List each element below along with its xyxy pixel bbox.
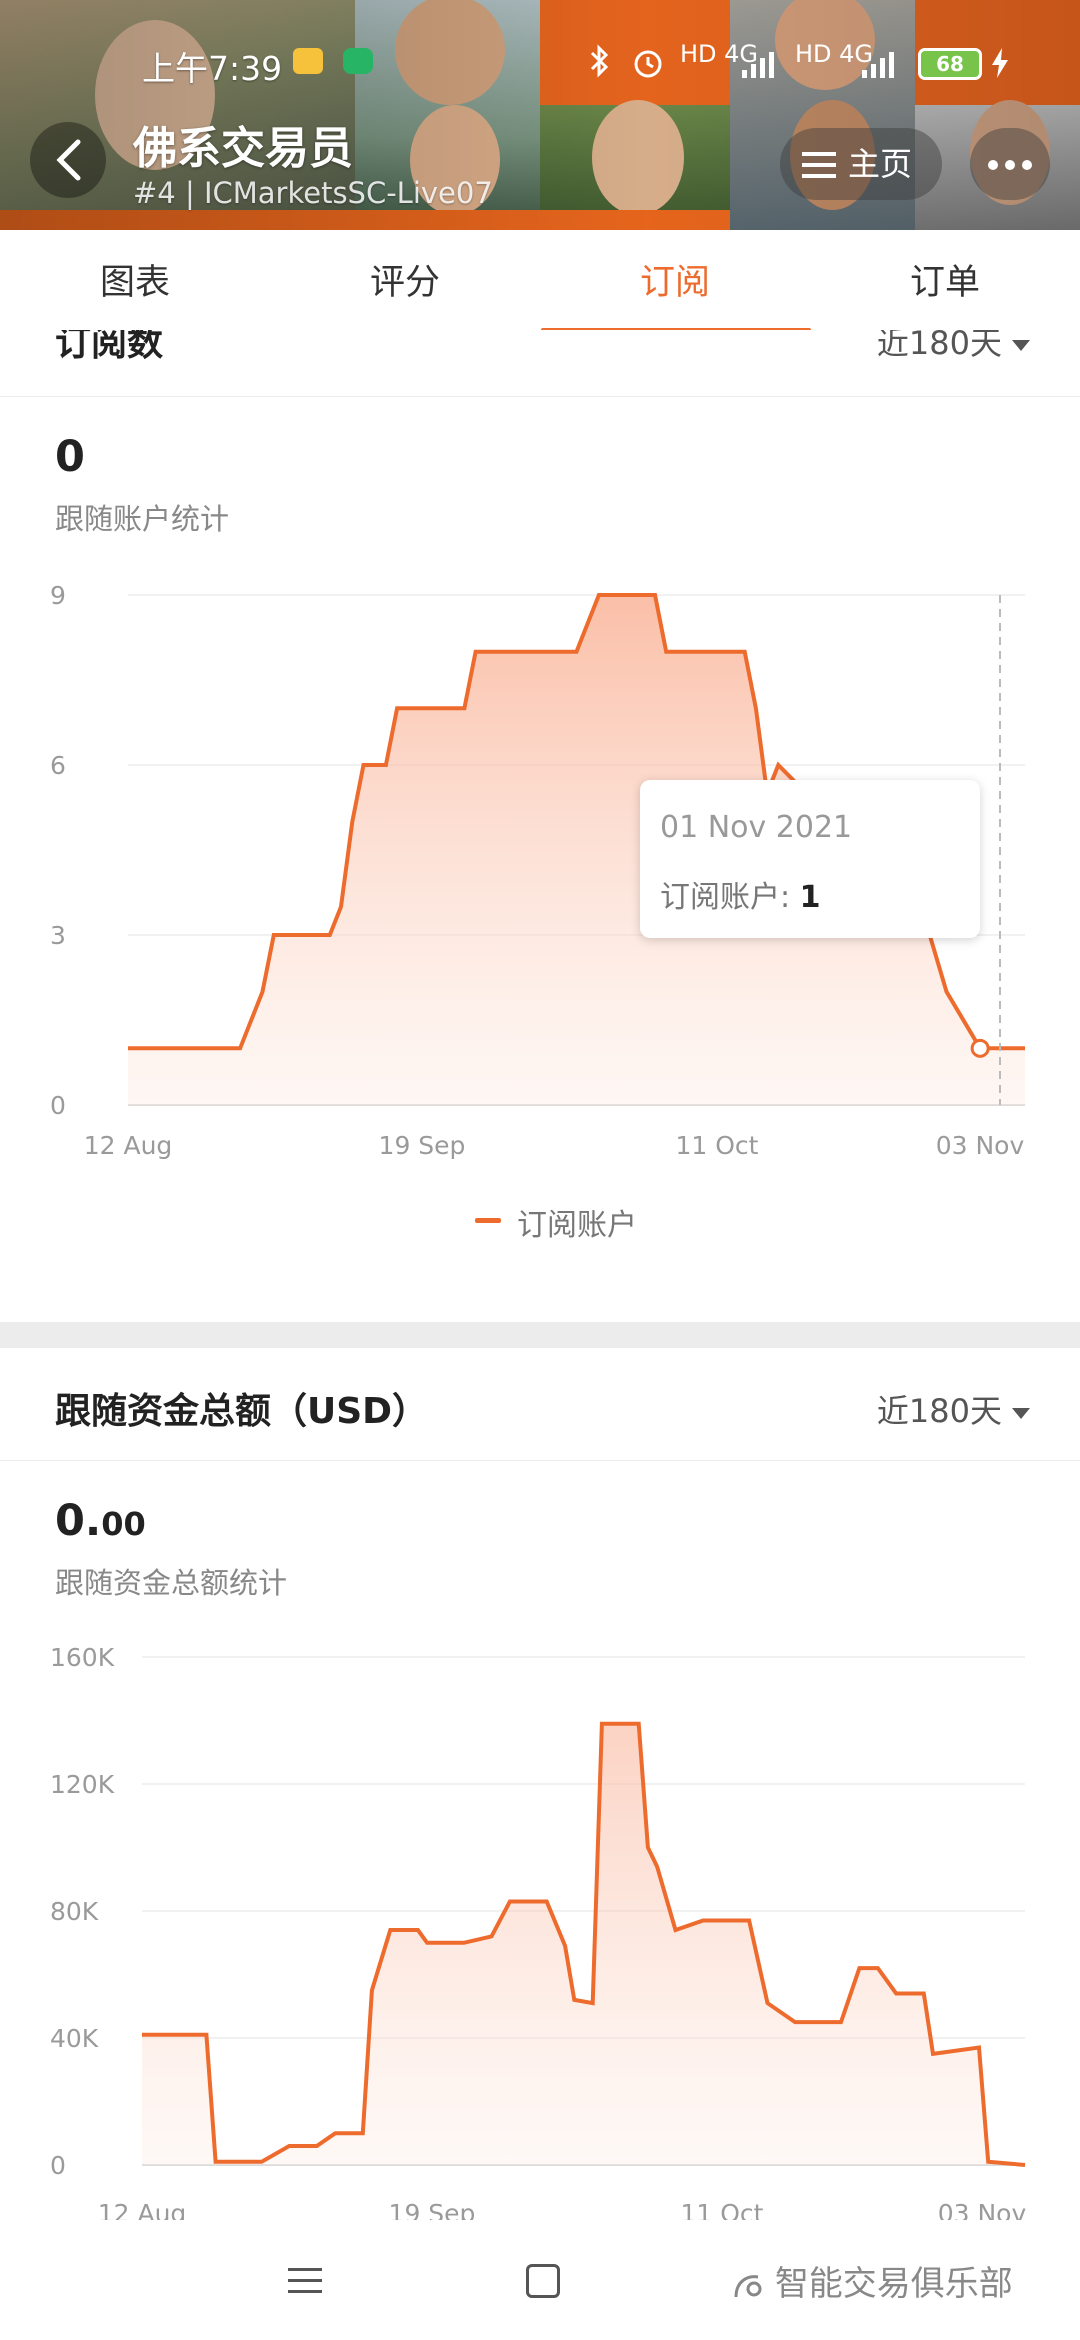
- watermark-logo-icon: [734, 2274, 762, 2297]
- menu-line: [288, 2290, 322, 2293]
- x-tick-label: 11 Oct: [681, 2199, 764, 2220]
- x-tick-label: 03 Nov: [938, 2199, 1027, 2220]
- menu-line: [288, 2279, 322, 2282]
- x-tick-label: 12 Aug: [84, 1131, 173, 1160]
- tooltip-date: 01 Nov 2021: [660, 810, 853, 845]
- legend-label: 订阅账户: [517, 1208, 637, 1243]
- range-dropdown[interactable]: 近180天: [877, 1386, 1030, 1432]
- mail-notification-icon: [293, 48, 323, 74]
- signal-icon: [742, 52, 774, 78]
- tooltip-label: 订阅账户:: [660, 880, 800, 915]
- home-button-label: 主页: [848, 145, 913, 183]
- x-tick-label: 19 Sep: [389, 2199, 476, 2220]
- more-dot: [1022, 160, 1032, 170]
- section-title: 订阅数: [55, 330, 164, 364]
- watermark-text: 智能交易俱乐部: [774, 2264, 1013, 2304]
- chart-tooltip: 01 Nov 2021 订阅账户: 1: [640, 780, 980, 938]
- chart-area-fill: [142, 1723, 1025, 2165]
- home-nav-button[interactable]: [526, 2264, 560, 2298]
- chevron-left-icon: [56, 139, 81, 181]
- y-tick-label: 0: [50, 1091, 66, 1120]
- subscription-count-subtitle: 跟随账户统计: [55, 502, 230, 536]
- x-tick-label: 11 Oct: [676, 1131, 759, 1160]
- x-tick-label: 19 Sep: [379, 1131, 466, 1160]
- more-options-button[interactable]: [970, 128, 1050, 200]
- y-tick-label: 120K: [50, 1770, 115, 1799]
- section-title: 跟随资金总额（USD）: [55, 1391, 429, 1432]
- system-nav-bar: 智能交易俱乐部: [0, 2220, 1080, 2340]
- charging-icon: [992, 48, 1008, 78]
- tab-orders[interactable]: 订单: [810, 230, 1080, 336]
- y-tick-label: 160K: [50, 1643, 115, 1672]
- tab-subscription[interactable]: 订阅: [540, 230, 810, 336]
- menu-line: [288, 2268, 322, 2271]
- recent-apps-button[interactable]: [288, 2266, 322, 2294]
- range-dropdown-label: 近180天: [876, 1392, 1002, 1430]
- bluetooth-icon: [590, 44, 609, 78]
- dropdown-arrow-icon: [1012, 339, 1030, 351]
- trader-name: 佛系交易员: [133, 123, 353, 174]
- home-button[interactable]: 主页: [780, 128, 942, 200]
- alarm-icon: [634, 50, 662, 78]
- range-dropdown[interactable]: 近180天: [877, 330, 1030, 364]
- y-tick-label: 80K: [50, 1897, 99, 1926]
- y-tick-label: 9: [50, 581, 66, 610]
- tooltip-value: 1: [799, 880, 821, 915]
- follow-funds-chart[interactable]: 0 40K 80K 120K 160K 12 Aug 19 Sep 11 Oct 03 Nov: [0, 1630, 1080, 2220]
- watermark: 智能交易俱乐部: [730, 2256, 1013, 2305]
- y-tick-label: 3: [50, 921, 66, 950]
- more-dot: [988, 160, 998, 170]
- x-tick-label: 12 Aug: [98, 2199, 187, 2220]
- follow-funds-subtitle: 跟随资金总额统计: [55, 1566, 288, 1600]
- y-tick-label: 6: [50, 751, 66, 780]
- follow-funds-value: 0.00: [55, 1496, 146, 1546]
- tab-rating[interactable]: 评分: [270, 230, 540, 336]
- battery-indicator: 68: [918, 48, 982, 80]
- more-dot: [1005, 160, 1015, 170]
- legend-swatch: [475, 1218, 501, 1223]
- y-tick-label: 0: [50, 2151, 66, 2180]
- tooltip-row: 订阅账户: 1: [660, 872, 821, 916]
- tab-chart[interactable]: 图表: [0, 230, 270, 336]
- signal-icon: [862, 52, 894, 78]
- subscription-count-header: 订阅数 近180天: [0, 330, 1080, 397]
- chart-hover-point: [970, 1038, 990, 1058]
- back-button[interactable]: [30, 122, 106, 198]
- status-time: 上午7:39: [142, 49, 283, 88]
- subscription-count-value: 0: [55, 432, 85, 482]
- follow-funds-header: 跟随资金总额（USD） 近180天: [0, 1350, 1080, 1461]
- trader-account: #4 | ICMarketsSC-Live07: [133, 176, 493, 210]
- shield-notification-icon: [343, 48, 373, 74]
- y-tick-label: 40K: [50, 2024, 99, 2053]
- x-tick-label: 03 Nov: [936, 1131, 1025, 1160]
- trader-header-banner: 上午7:39 HD 4G HD 4G 68 佛系交易员 #4 | ICMarke…: [0, 0, 1080, 230]
- menu-lines-icon: [802, 152, 836, 178]
- range-dropdown-label: 近180天: [876, 330, 1002, 362]
- tab-bar: 图表 评分 订阅 订单: [0, 230, 1080, 337]
- section-divider: [0, 1322, 1080, 1348]
- value-decimal: 00: [101, 1505, 146, 1543]
- dropdown-arrow-icon: [1012, 1407, 1030, 1419]
- value-integer: 0.: [55, 1496, 102, 1546]
